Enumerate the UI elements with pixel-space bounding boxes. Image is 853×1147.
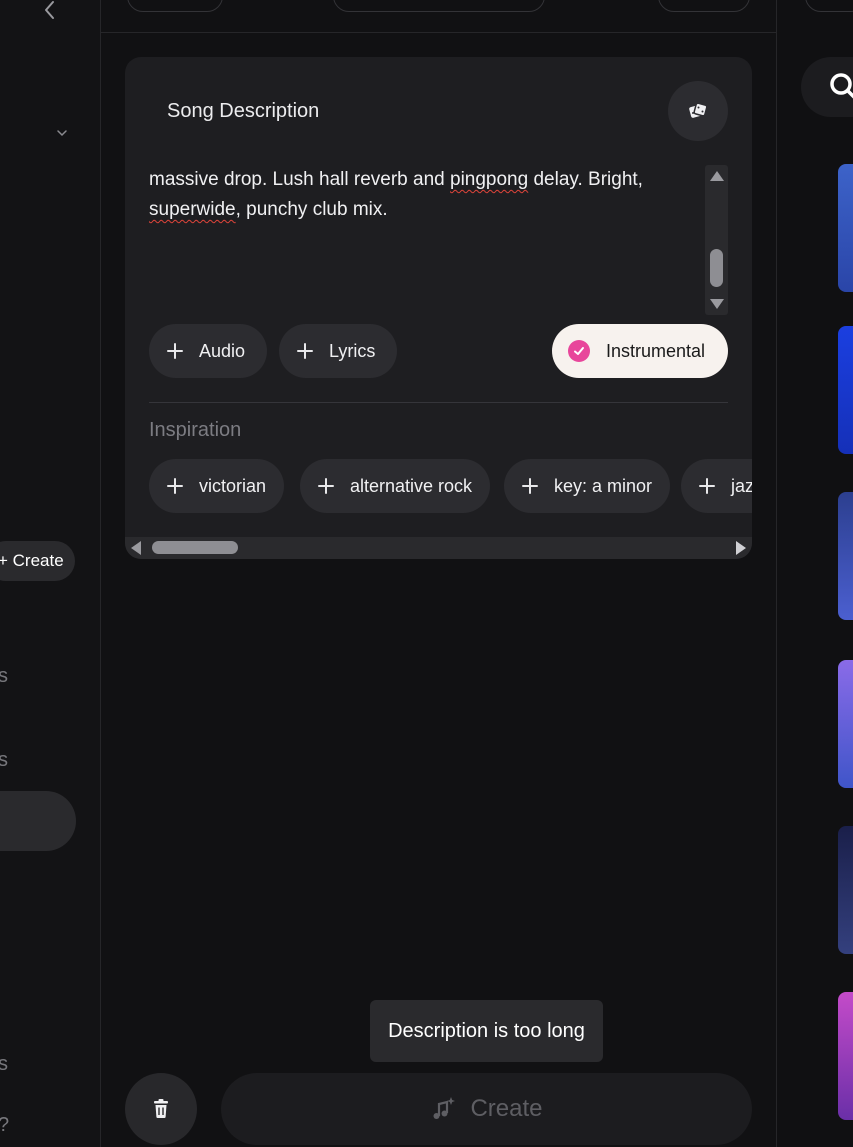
sidebar-create-label: + Create [0,551,64,570]
create-song-label: Create [470,1095,543,1122]
create-song-button[interactable]: Create [221,1073,752,1145]
add-audio-label: Audio [199,340,246,361]
inspiration-tags-row: victorian alternative rock key: a minor … [125,458,752,514]
add-lyrics-label: Lyrics [329,340,376,361]
instrumental-label: Instrumental [606,340,706,361]
scroll-left-arrow-icon[interactable] [131,541,141,555]
song-thumbnail[interactable] [838,826,853,954]
left-sidebar: + Create s s s ? [0,0,101,1147]
description-text: delay. Bright, [528,169,643,190]
add-audio-button[interactable]: Audio [149,324,267,378]
inspiration-tag-label: alternative rock [350,475,473,496]
scroll-right-arrow-icon[interactable] [736,541,746,555]
add-lyrics-button[interactable]: Lyrics [279,324,397,378]
divider [149,402,728,403]
inspiration-tag-jazz[interactable]: jaz [681,459,752,513]
search-icon[interactable] [827,70,853,104]
sidebar-item-label[interactable]: s [0,665,8,688]
plus-icon [167,478,183,494]
sidebar-item-label[interactable]: s [0,749,8,772]
top-tab[interactable] [658,0,750,12]
plus-icon [699,478,715,494]
sidebar-item-label[interactable]: s [0,1053,8,1076]
clear-button[interactable] [125,1073,197,1145]
check-circle-icon [568,340,590,362]
inspiration-heading: Inspiration [149,419,242,441]
top-tab[interactable] [127,0,223,12]
description-text-misspelled: pingpong [450,169,529,190]
description-vertical-scrollbar[interactable] [705,165,728,315]
plus-icon [318,478,334,494]
sidebar-item-active[interactable] [0,791,76,851]
plus-icon [167,343,183,359]
song-thumbnail[interactable] [838,492,853,620]
random-dice-button[interactable] [668,81,728,141]
inspiration-horizontal-scrollbar[interactable] [125,537,752,559]
inspiration-tag-victorian[interactable]: victorian [149,459,285,513]
inspiration-tag-label: victorian [199,475,267,496]
plus-icon [522,478,538,494]
inspiration-tag-label: jaz [731,475,752,496]
scrollbar-thumb[interactable] [152,541,238,554]
description-text: massive drop. Lush hall reverb and [149,169,450,190]
dice-icon [689,102,708,118]
description-text-misspelled: superwide [149,199,236,220]
scroll-up-arrow-icon[interactable] [710,171,724,181]
sidebar-create-button[interactable]: + Create [0,541,75,581]
song-thumbnail[interactable] [838,326,853,454]
right-panel [777,0,853,1147]
song-thumbnail[interactable] [838,164,853,292]
song-description-input[interactable]: massive drop. Lush hall reverb and pingp… [149,165,699,225]
instrumental-toggle[interactable]: Instrumental [552,324,728,378]
sidebar-item-label[interactable]: ? [0,1114,9,1137]
inspiration-tag-alternative-rock[interactable]: alternative rock [300,459,491,513]
top-tab[interactable] [805,0,853,12]
chevron-left-icon[interactable] [40,0,60,22]
top-bar [101,0,776,33]
top-tab-group[interactable] [333,0,545,12]
card-title: Song Description [167,100,320,122]
music-note-sparkle-icon [433,1097,456,1119]
chevron-down-icon[interactable] [56,126,68,138]
inspiration-tag-key-a-minor[interactable]: key: a minor [504,459,671,513]
song-thumbnail[interactable] [838,992,853,1120]
inspiration-tag-label: key: a minor [554,475,653,496]
song-thumbnail[interactable] [838,660,853,788]
description-text: , punchy club mix. [235,199,388,220]
scroll-down-arrow-icon[interactable] [710,299,724,309]
scrollbar-thumb[interactable] [710,249,723,287]
trash-icon [154,1099,168,1118]
plus-icon [297,343,313,359]
error-tooltip: Description is too long [370,1000,603,1062]
